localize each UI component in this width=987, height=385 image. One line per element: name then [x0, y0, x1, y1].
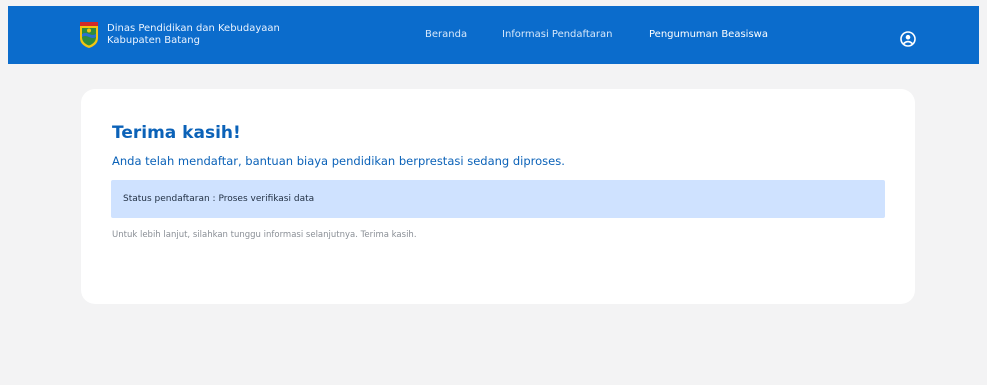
status-text: Status pendaftaran : Proses verifikasi d… [123, 194, 315, 204]
confirmation-message: Anda telah mendaftar, bantuan biaya pend… [112, 154, 565, 168]
brand-line-1: Dinas Pendidikan dan Kebudayaan [107, 23, 280, 34]
status-alert: Status pendaftaran : Proses verifikasi d… [111, 180, 885, 218]
nav-informasi-pendaftaran[interactable]: Informasi Pendaftaran [502, 29, 613, 41]
page-title: Terima kasih! [112, 123, 241, 143]
nav-pengumuman-beasiswa[interactable]: Pengumuman Beasiswa [649, 29, 768, 41]
confirmation-card: Terima kasih! Anda telah mendaftar, bant… [81, 89, 915, 304]
page: Dinas Pendidikan dan Kebudayaan Kabupate… [0, 0, 987, 385]
top-navbar: Dinas Pendidikan dan Kebudayaan Kabupate… [8, 6, 979, 64]
info-note: Untuk lebih lanjut, silahkan tunggu info… [112, 230, 417, 240]
brand[interactable]: Dinas Pendidikan dan Kebudayaan Kabupate… [79, 20, 280, 50]
batang-emblem-icon [80, 22, 98, 48]
user-circle-icon[interactable] [900, 31, 916, 47]
nav-beranda[interactable]: Beranda [425, 29, 467, 41]
brand-line-2: Kabupaten Batang [107, 35, 200, 46]
